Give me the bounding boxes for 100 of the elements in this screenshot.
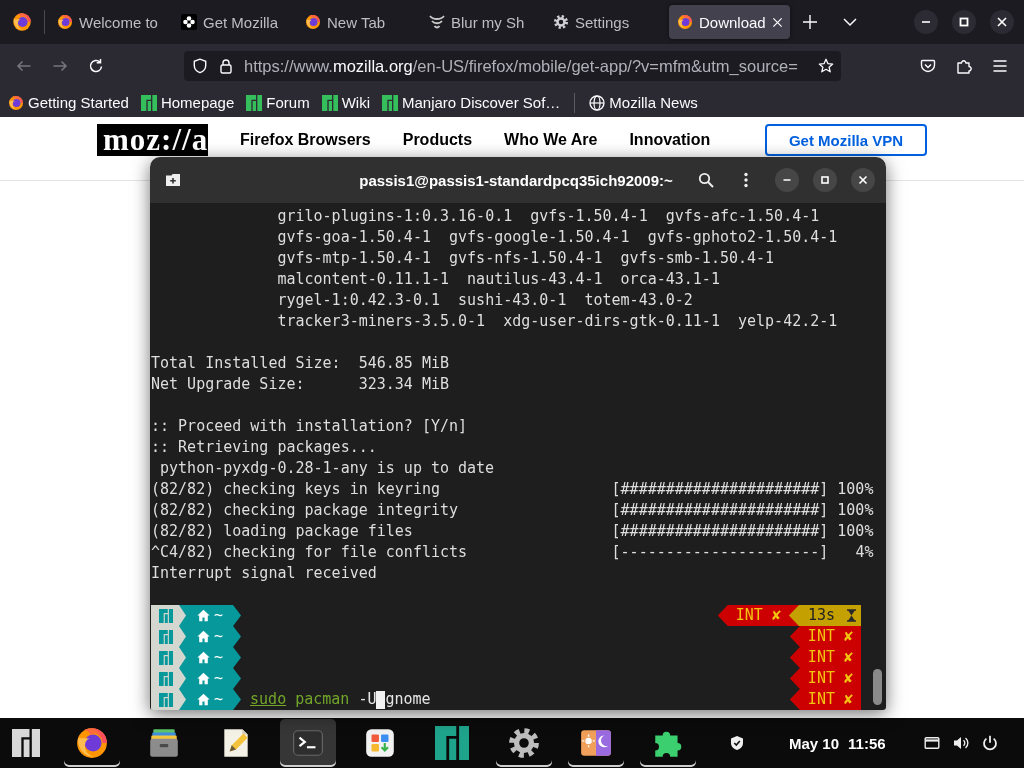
duration-text: 13s [807,605,835,626]
command-token: gnome [385,689,431,710]
terminal-title: passis1@passis1-standardpcq35ich92009:~ [359,171,673,189]
scrollbar-thumb[interactable] [873,669,882,705]
display-icon[interactable] [924,735,940,751]
terminal-line: tracker3-miners-3.5.0-1 xdg-user-dirs-gtk-0.11-1 yelp-42.2-1 [277,312,838,330]
address-field[interactable]: https://www.mozilla.org/en-US/firefox/mobile/get-app/?v=mfm&utm_source= [184,51,841,81]
volume-icon[interactable] [953,735,969,751]
shield-icon[interactable] [192,58,208,74]
maximize-icon [959,17,969,27]
progress-label: (82/82) loading package files [151,521,413,542]
block-logo-icon [381,94,398,111]
block-logo-icon [159,692,173,707]
nav-link[interactable]: Firefox Browsers [240,131,371,149]
terminal-line: python-pyxdg-0.28-1-any is up to date [160,459,495,477]
command-token: -U [358,689,377,710]
clock-date[interactable]: May 10 [789,734,840,752]
status-text: INT [807,668,835,689]
directory-text: ~ [214,689,224,710]
home-icon [197,609,210,622]
terminal-line: malcontent-0.11.1-1 nautilus-43.4-1 orca-43.1-1 [277,270,720,288]
close-button[interactable] [851,168,875,192]
gear-icon [507,726,541,760]
close-icon [858,175,868,185]
directory-text: ~ [214,605,224,626]
home-icon [197,630,210,643]
browser-tab[interactable]: Settings [545,5,666,39]
block-logo-icon [246,94,263,111]
bookmark-item[interactable]: Forum [242,90,314,115]
block-logo-icon [159,608,173,623]
terminal-line: gvfs-goa-1.50.4-1 gvfs-google-1.50.4-1 gvfs-gphoto2-1.50.4-1 [277,228,838,246]
minimize-button[interactable] [775,168,799,192]
browser-logo-icon [75,726,109,760]
swirl-icon [429,14,445,30]
progress-bar-text: [######################] [611,521,829,542]
block-logo-icon [159,671,173,686]
bookmark-item[interactable]: Homepage [136,90,239,115]
pocket-icon [920,58,936,74]
browser-logo-icon [8,94,24,111]
maximize-button[interactable] [952,10,976,34]
forward-arrow-icon [52,58,68,74]
close-button[interactable] [990,10,1014,34]
clock-time[interactable]: 11:56 [848,734,886,752]
power-icon[interactable] [982,735,998,751]
bookmark-item[interactable]: Wiki [317,90,374,115]
progress-label: (82/82) checking package integrity [151,500,459,521]
nav-link[interactable]: Innovation [629,131,711,149]
bookmark-item[interactable]: Manjaro Discover Sof… [377,90,565,115]
terminal-line: rygel-1:0.42.3-0.1 sushi-43.0-1 totem-43.0-2 [277,291,693,309]
flower-logo-icon [181,14,197,30]
site-logo[interactable]: moz://a [97,124,208,156]
browser-tab[interactable]: Download [669,5,790,39]
url-text: https://www.mozilla.org/en-US/firefox/mobile/get-app/?v=mfm&utm_source= [244,56,799,76]
block-logo-icon [11,729,40,757]
terminal-line: Total Installed Size: 546.85 MiB [151,354,449,372]
progress-label: ^C4/82) checking for file conflicts [151,542,468,563]
home-icon [197,651,210,664]
shield-check-icon[interactable] [729,735,745,751]
file-cabinet-icon [147,726,181,760]
plus-icon [802,14,818,30]
browser-tab[interactable]: New Tab [297,5,418,39]
star-icon[interactable] [818,58,834,74]
progress-bar-text: [######################] [611,500,829,521]
bookmark-item[interactable]: Mozilla News [585,90,702,115]
browser-tab[interactable]: Welcome to [49,5,170,39]
block-logo-icon [435,726,469,760]
nav-link[interactable]: Who We Are [504,131,598,149]
status-text: INT [807,626,835,647]
maximize-icon [820,175,830,185]
status-mark: ✘ [843,626,853,647]
browser-tab[interactable]: Blur my Sh [421,5,542,39]
progress-percent: 100% [837,521,874,542]
block-logo-icon [321,94,338,111]
back-arrow-icon [16,58,32,74]
vpn-button[interactable]: Get Mozilla VPN [765,124,927,156]
block-logo-icon [140,94,157,111]
browser-logo-icon [57,14,73,30]
lock-icon[interactable] [218,58,234,74]
status-text: INT [807,647,835,668]
directory-text: ~ [214,668,224,689]
block-logo-icon [159,650,173,665]
terminal-line: grilo-plugins-1:0.3.16-0.1 gvfs-1.50.4-1 gvfs-afc-1.50.4-1 [277,207,820,225]
progress-bar-text: [----------------------] [611,542,829,563]
status-text: INT [735,605,763,626]
terminal-button[interactable] [280,719,336,767]
minimize-button[interactable] [914,10,938,34]
globe-icon [589,94,606,111]
nav-link[interactable]: Products [402,131,473,149]
close-tab-icon[interactable] [771,16,783,28]
bookmark-item[interactable]: Getting Started [4,90,133,115]
directory-text: ~ [214,647,224,668]
browser-tab[interactable]: Get Mozilla [173,5,294,39]
status-mark: ✘ [843,689,853,710]
status-mark: ✘ [843,668,853,689]
directory-text: ~ [214,626,224,647]
status-mark: ✘ [843,647,853,668]
command-token: pacman [295,689,350,710]
reload-icon [88,58,104,74]
progress-percent: 100% [837,479,874,500]
maximize-button[interactable] [813,168,837,192]
